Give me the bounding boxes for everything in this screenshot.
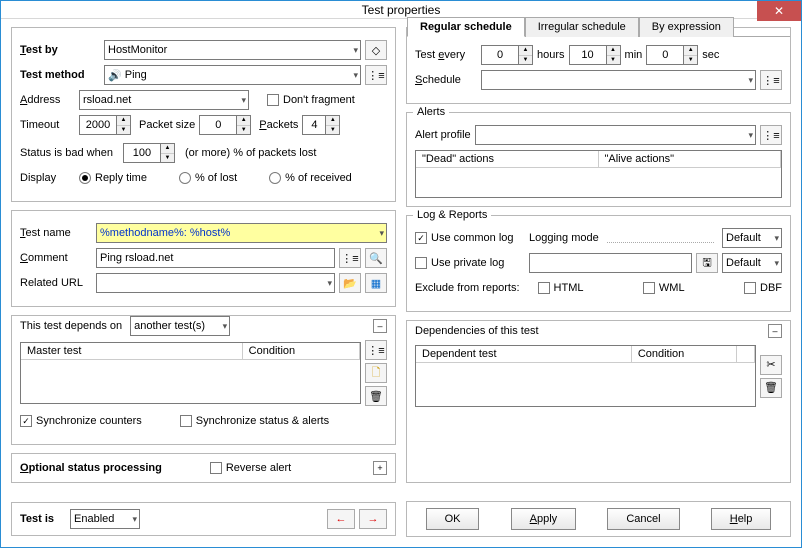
zoom-icon[interactable]: 🔍 — [365, 248, 387, 268]
testname-label: Test name — [20, 227, 92, 239]
mastertest-list[interactable]: Master testCondition — [20, 342, 361, 404]
expand-optional-icon[interactable]: + — [373, 461, 387, 475]
edit-dep-icon[interactable]: ⋮≡ — [365, 340, 387, 360]
packets-label: Packets — [259, 119, 298, 131]
comment-options-icon[interactable]: ⋮≡ — [339, 248, 361, 268]
collapse-deps-icon[interactable]: – — [373, 319, 387, 333]
ok-button[interactable]: OK — [426, 508, 480, 530]
alertprofile-combo[interactable] — [475, 125, 756, 145]
display-pctlost-radio[interactable]: % of lost — [179, 172, 237, 184]
calendar-icon[interactable]: ▦ — [365, 273, 387, 293]
testby-combo[interactable]: HostMonitor — [104, 40, 361, 60]
tab-irregular[interactable]: Irregular schedule — [525, 17, 639, 37]
timeout-label: Timeout — [20, 119, 75, 131]
privatelog-mode-combo[interactable]: Default — [722, 253, 782, 273]
packetsize-spin[interactable]: ▲▼ — [199, 115, 251, 135]
statusbad-suffix: (or more) % of packets lost — [185, 147, 316, 159]
packets-spin[interactable]: ▲▼ — [302, 115, 340, 135]
next-arrow-icon[interactable]: → — [359, 509, 387, 529]
commonlog-mode-combo[interactable]: Default — [722, 228, 782, 248]
address-combo[interactable]: rsload.net — [79, 90, 249, 110]
window-title: Test properties — [362, 3, 441, 17]
tab-byexpr[interactable]: By expression — [639, 17, 734, 37]
collapse-rdeps-icon[interactable]: – — [768, 324, 782, 338]
privatelog-browse-icon[interactable]: 🖫 — [696, 253, 718, 273]
privatelog-path[interactable] — [529, 253, 692, 273]
new-dep-icon[interactable]: 🗋 — [365, 363, 387, 383]
testmethod-label: Test method — [20, 69, 100, 81]
sync-status-checkbox[interactable]: Synchronize status & alerts — [180, 415, 329, 427]
testevery-label: Test every — [415, 49, 477, 61]
hours-spin[interactable]: ▲▼ — [481, 45, 533, 65]
testname-combo[interactable]: %methodname%: %host% — [96, 223, 387, 243]
alertprofile-options-icon[interactable]: ⋮≡ — [760, 125, 782, 145]
alerts-group-label: Alerts — [413, 106, 449, 118]
deps-group-label: Dependencies of this test — [415, 325, 539, 337]
testmethod-options-icon[interactable]: ⋮≡ — [365, 65, 387, 85]
optional-label: Optional status processing — [20, 462, 162, 474]
exclude-dbf-checkbox[interactable]: DBF — [744, 282, 782, 294]
exclude-wml-checkbox[interactable]: WML — [643, 282, 685, 294]
dependson-combo[interactable]: another test(s) — [130, 316, 230, 336]
testmethod-combo[interactable]: 🔊 Ping — [104, 65, 361, 85]
statusbad-label: Status is bad when — [20, 147, 113, 159]
relatedurl-combo[interactable] — [96, 273, 335, 293]
statusbad-spin[interactable]: ▲▼ — [123, 143, 175, 163]
eraser-icon[interactable]: ◇ — [365, 40, 387, 60]
alertprofile-label: Alert profile — [415, 129, 471, 141]
folder-icon[interactable]: 📂 — [339, 273, 361, 293]
display-pctrecv-radio[interactable]: % of received — [269, 172, 352, 184]
cancel-button[interactable]: Cancel — [607, 508, 679, 530]
exclude-html-checkbox[interactable]: HTML — [538, 282, 584, 294]
dependson-label: This test depends on — [20, 320, 122, 332]
speaker-icon: 🔊 — [108, 69, 122, 82]
reverse-alert-checkbox[interactable]: Reverse alert — [210, 462, 291, 474]
address-label: Address — [20, 94, 75, 106]
delete-dep-icon[interactable]: 🗑 — [365, 386, 387, 406]
schedule-label: Schedule — [415, 74, 477, 86]
testby-label: Test by — [20, 44, 100, 56]
display-label: Display — [20, 172, 75, 184]
relatedurl-label: Related URL — [20, 277, 92, 289]
display-replytime-radio[interactable]: Reply time — [79, 172, 147, 184]
apply-button[interactable]: Apply — [511, 508, 577, 530]
commonlog-checkbox[interactable]: ✓Use common log — [415, 232, 525, 244]
prev-arrow-icon[interactable]: ← — [327, 509, 355, 529]
break-dep-icon[interactable]: ✂ — [760, 355, 782, 375]
packetsize-label: Packet size — [139, 119, 195, 131]
help-button[interactable]: Help — [711, 508, 772, 530]
min-spin[interactable]: ▲▼ — [569, 45, 621, 65]
sync-counters-checkbox[interactable]: ✓Synchronize counters — [20, 415, 142, 427]
dependent-list[interactable]: Dependent testCondition — [415, 345, 756, 407]
timeout-spin[interactable]: ▲▼ — [79, 115, 131, 135]
testis-combo[interactable]: Enabled — [70, 509, 140, 529]
actions-list[interactable]: "Dead" actions"Alive actions" — [415, 150, 782, 198]
exclude-label: Exclude from reports: — [415, 282, 520, 294]
testis-label: Test is — [20, 513, 54, 525]
delete-rdep-icon[interactable]: 🗑 — [760, 378, 782, 398]
comment-label: Comment — [20, 252, 92, 264]
schedule-combo[interactable] — [481, 70, 756, 90]
tab-regular[interactable]: Regular schedule — [407, 17, 525, 37]
dont-fragment-checkbox[interactable]: Don't fragment — [267, 94, 355, 106]
log-group-label: Log & Reports — [413, 209, 491, 221]
schedule-options-icon[interactable]: ⋮≡ — [760, 70, 782, 90]
privatelog-checkbox[interactable]: Use private log — [415, 257, 525, 269]
sec-spin[interactable]: ▲▼ — [646, 45, 698, 65]
comment-input[interactable]: Ping rsload.net — [96, 248, 335, 268]
